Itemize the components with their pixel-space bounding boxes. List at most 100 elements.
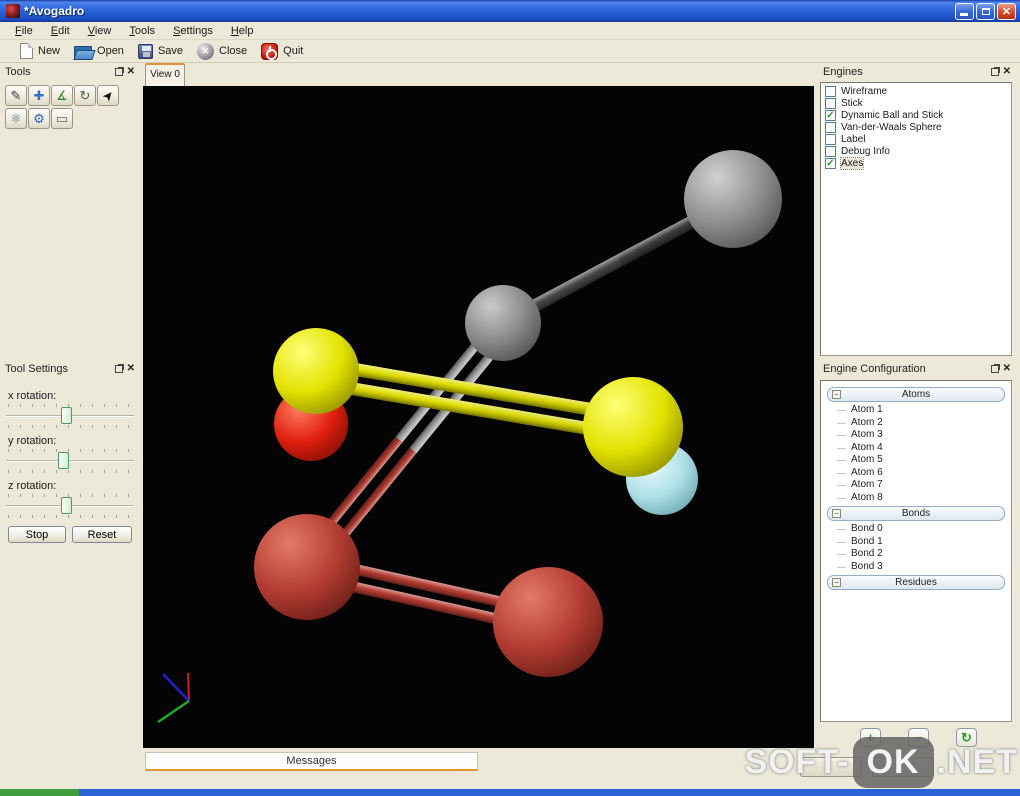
menubar: File Edit View Tools Settings Help [0,22,1020,40]
stop-button[interactable]: Stop [8,526,66,543]
collapse-icon[interactable]: − [832,578,841,587]
engine-row[interactable]: Debug Info [821,145,1011,157]
slider-label: x rotation: [8,390,57,402]
slider-ticks [8,449,132,452]
engine-row[interactable]: ✓ Dynamic Ball and Stick [821,109,1011,121]
dock-close-icon[interactable]: ✕ [1003,364,1011,374]
new-button-label: New [38,45,61,57]
autorotate-tool-button[interactable]: ⚛ [5,108,27,129]
menu-item-view[interactable]: View [79,24,121,38]
dock-float-icon[interactable] [114,365,123,373]
new-button[interactable]: New [20,43,60,59]
watermark-left: SOFT- [744,743,850,781]
minimize-button[interactable] [955,2,974,20]
collapse-icon[interactable]: − [832,509,841,518]
navigate-tool-button[interactable]: ✚ [28,85,50,106]
dock-close-icon[interactable]: ✕ [127,67,135,77]
slider-track[interactable] [6,460,134,462]
toolbar: New Open Save ✕ Close Quit [0,40,1020,63]
dock-float-icon[interactable] [114,68,123,76]
unchecked-checkbox-icon[interactable] [825,133,836,145]
engine-label[interactable]: Label [841,134,865,145]
checked-checkbox-icon[interactable]: ✓ [825,109,836,121]
window-title: *Avogadro [24,4,85,18]
slider-ticks [8,470,132,473]
quit-button[interactable]: Quit [261,42,304,60]
engine-configuration-dock-titlebar: Engine Configuration ✕ [818,360,1016,378]
unchecked-checkbox-icon[interactable] [825,85,836,97]
rotation-slider[interactable] [6,494,134,518]
engine-row[interactable]: Wireframe [821,85,1011,97]
engine-label[interactable]: Stick [841,98,863,109]
rotation-slider[interactable] [6,449,134,473]
align-tool-icon: ▭ [55,110,69,126]
unchecked-checkbox-icon[interactable] [825,145,836,157]
slider-handle[interactable] [57,452,69,469]
new-document-icon [20,43,33,59]
engine-row[interactable]: ✓ Axes [821,156,1011,170]
slider-handle[interactable] [61,497,73,514]
section-header-bonds[interactable]: − Bonds [827,506,1005,521]
open-button[interactable]: Open [74,44,124,59]
engine-label[interactable]: Axes [839,156,865,170]
close-button[interactable]: ✕ [997,2,1016,20]
dock-close-icon[interactable]: ✕ [1003,67,1011,77]
align-tool-button[interactable]: ▭ [51,108,73,129]
save-button[interactable]: Save [137,43,183,59]
tree-item[interactable]: Bond 0 [821,523,1011,536]
tree-item[interactable]: Atom 2 [821,417,1011,430]
tree-item[interactable]: Atom 6 [821,467,1011,480]
engine-label[interactable]: Debug Info [841,146,890,157]
engine-row[interactable]: Stick [821,97,1011,109]
close-file-button[interactable]: ✕ Close [197,42,247,60]
draw-tool-button[interactable]: ✎ [5,85,27,106]
slider-handle[interactable] [61,407,73,424]
checked-checkbox-icon[interactable]: ✓ [825,157,836,169]
measure-tool-button[interactable]: ∡ [51,85,73,106]
messages-bar[interactable]: Messages [145,752,478,771]
tree-item[interactable]: Atom 7 [821,479,1011,492]
tree-item[interactable]: Atom 1 [821,404,1011,417]
dock-close-icon[interactable]: ✕ [127,364,135,374]
atom-yellow-right [583,377,683,477]
menu-item-help[interactable]: Help [222,24,263,38]
rotation-slider[interactable] [6,404,134,428]
tree-item[interactable]: Atom 3 [821,429,1011,442]
menu-item-tools[interactable]: Tools [120,24,164,38]
menu-item-edit[interactable]: Edit [42,24,79,38]
unchecked-checkbox-icon[interactable] [825,121,836,133]
engine-label[interactable]: Van-der-Waals Sphere [841,122,942,133]
unchecked-checkbox-icon[interactable] [825,97,836,109]
viewport-3d[interactable] [143,86,814,748]
reset-button[interactable]: Reset [72,526,132,543]
atom-darkred-left [254,514,360,620]
dock-float-icon[interactable] [990,365,999,373]
collapse-icon[interactable]: − [832,390,841,399]
rotate-tool-button[interactable]: ↻ [74,85,96,106]
quit-button-label: Quit [283,45,304,57]
dock-float-icon[interactable] [990,68,999,76]
tool-settings-dock: Tool Settings ✕ x rotation: y rotation: z … [0,360,140,785]
section-header-residues[interactable]: − Residues [827,575,1005,590]
tree-item[interactable]: Bond 1 [821,536,1011,549]
select-tool-button[interactable]: ➤ [97,85,119,106]
autooptimize-tool-button[interactable]: ⚙ [28,108,50,129]
menu-item-settings[interactable]: Settings [164,24,222,38]
section-header-atoms[interactable]: − Atoms [827,387,1005,402]
section-label: Bonds [901,508,931,519]
measure-tool-icon: ∡ [56,87,68,103]
tree-item[interactable]: Bond 3 [821,561,1011,574]
close-icon: ✕ [1001,5,1012,18]
menu-item-file[interactable]: File [6,24,42,38]
tree-item[interactable]: Atom 4 [821,442,1011,455]
tree-item[interactable]: Atom 5 [821,454,1011,467]
view-tab[interactable]: View 0 [145,63,185,86]
engine-row[interactable]: Label [821,133,1011,145]
application-window: *Avogadro ✕ File Edit View Tools Settings Hel… [0,0,1020,796]
engine-label[interactable]: Wireframe [841,86,887,97]
tree-item[interactable]: Bond 2 [821,548,1011,561]
restore-button[interactable] [976,2,995,20]
engine-label[interactable]: Dynamic Ball and Stick [841,110,943,121]
tree-item[interactable]: Atom 8 [821,492,1011,505]
engine-row[interactable]: Van-der-Waals Sphere [821,121,1011,133]
